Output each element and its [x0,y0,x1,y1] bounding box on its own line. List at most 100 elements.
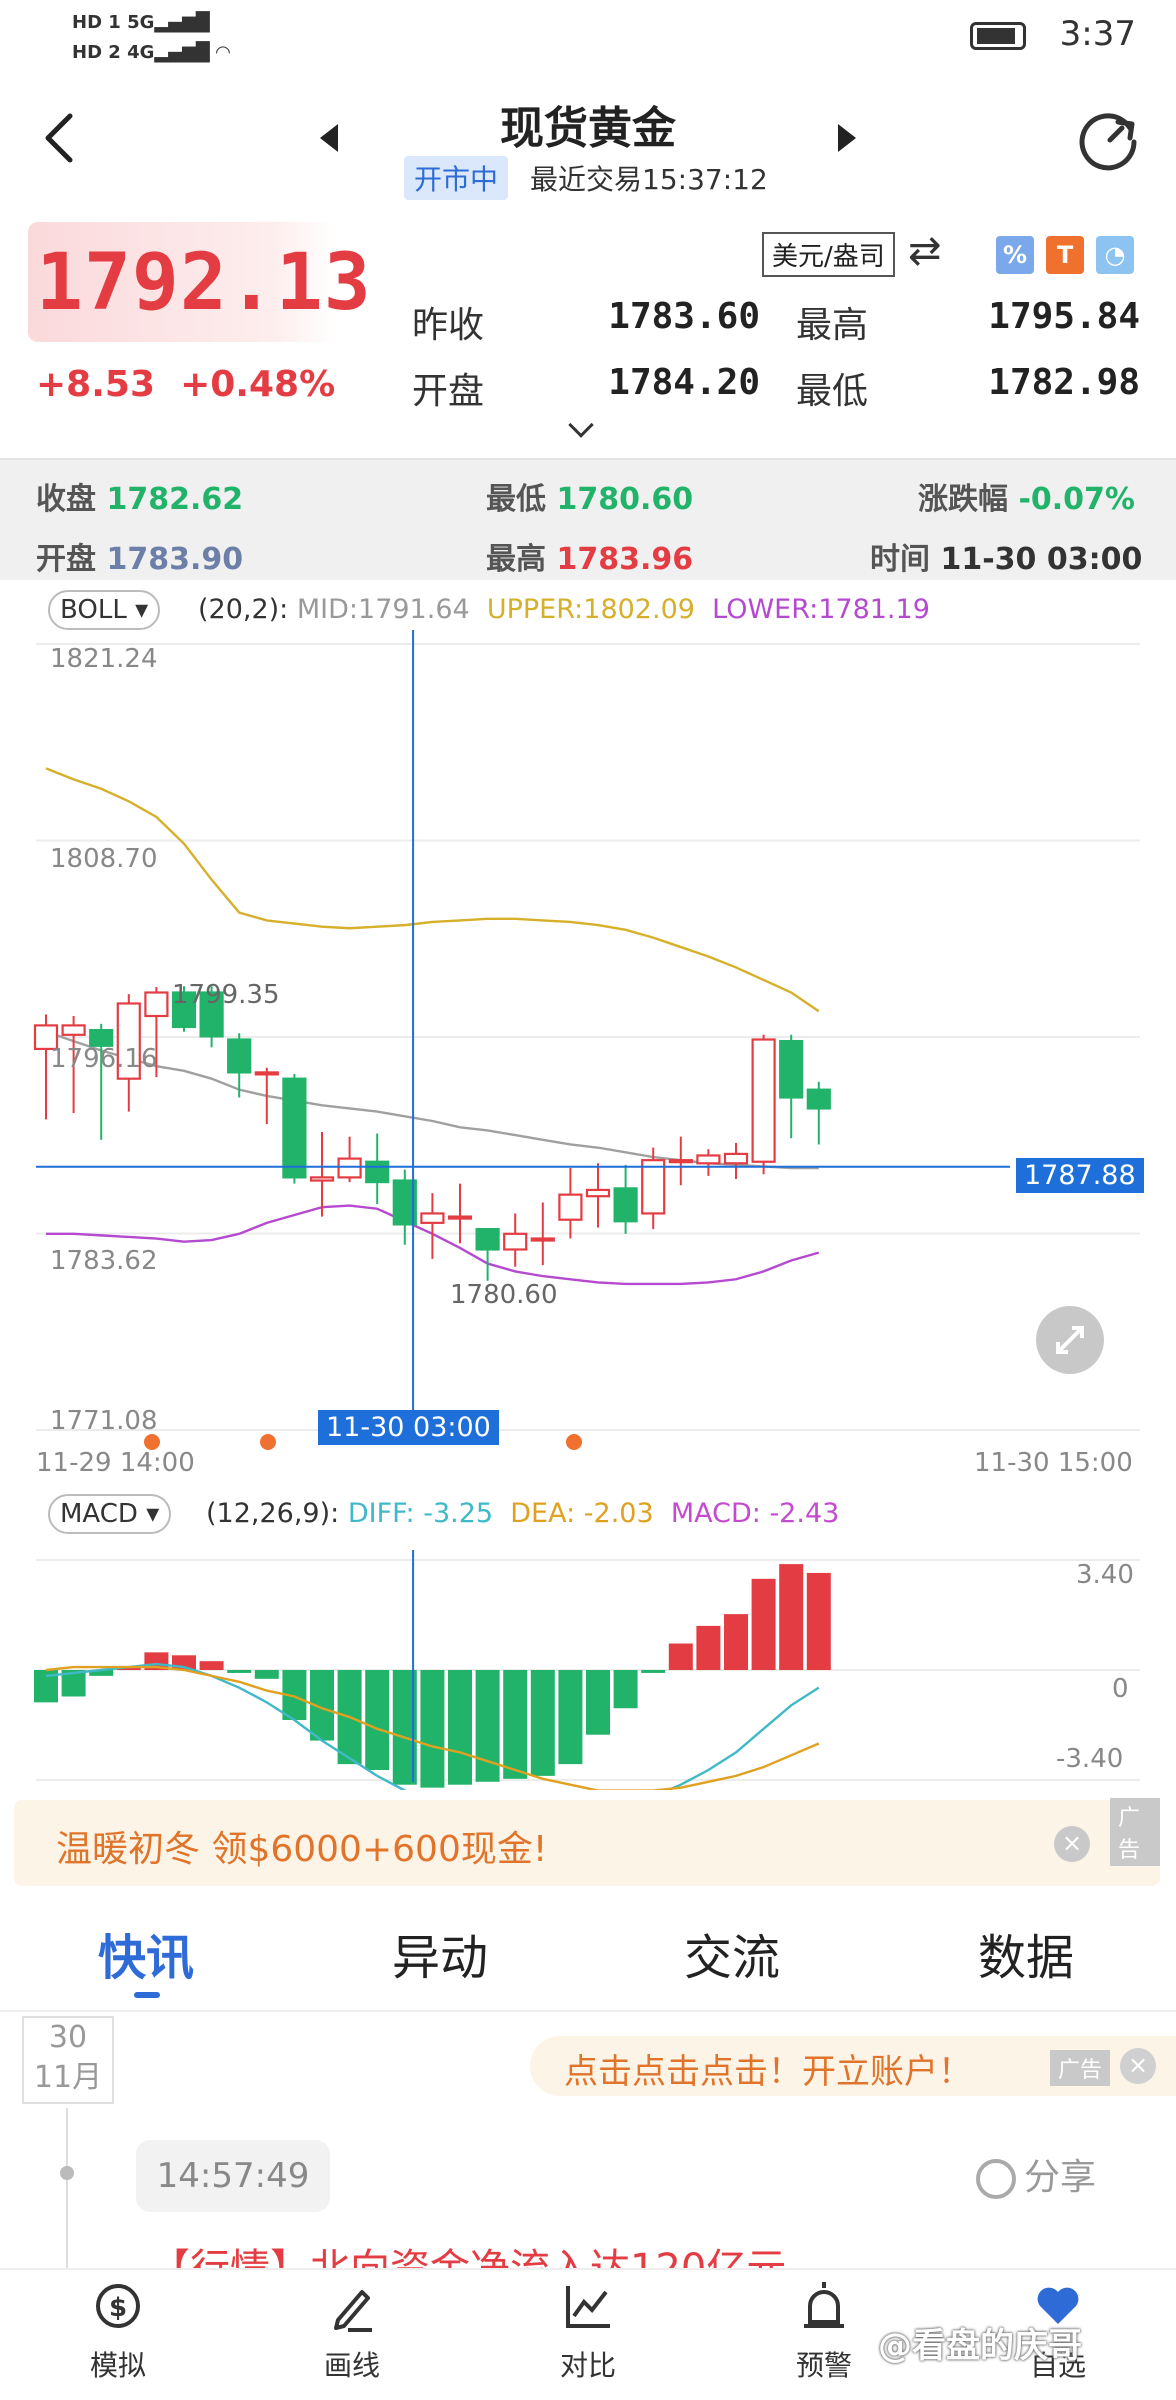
swap-icon[interactable]: ⇄ [908,228,942,274]
candle-body [806,1088,831,1110]
battery-icon [970,22,1026,50]
candle-body [723,1152,749,1165]
prev-close-value: 1783.60 [608,296,760,337]
pie-chart-icon[interactable]: ◔ [1096,236,1134,274]
candle-body [61,1024,86,1036]
y-axis-label: 1808.70 [50,844,158,874]
x-axis-start: 11-29 14:00 [36,1448,195,1478]
macd-bar [613,1670,638,1709]
candle-body [337,1157,362,1179]
date-day: 30 [48,2020,88,2055]
high-value: 1795.84 [988,296,1140,337]
candle-body [447,1215,473,1220]
candle-body [475,1228,500,1251]
high-label: 最高 [796,305,869,346]
boll-upper-line [45,767,820,1013]
promo-text: 温暖初冬 领$6000+600现金! [56,1829,548,1870]
macd-bar [420,1670,445,1788]
date-box: 30 11月 [22,2016,114,2104]
divider [0,2010,1176,2012]
compare-chart-icon [566,2286,610,2328]
nav-simulate[interactable]: $ 模拟 [48,2278,188,2384]
price-change: +8.53 +0.48% [36,364,335,405]
high-info: 最高 1783.96 [486,542,694,577]
macd-indicator-selector[interactable]: MACD ▾ [48,1494,172,1534]
macd-bar [530,1670,555,1776]
tower-icon[interactable]: T [1046,236,1084,274]
chevron-down-icon[interactable] [568,412,594,438]
signal-indicators: HD 1 5G▂▄▆█ HD 2 4G▂▄▆█ ◠ [72,12,230,63]
current-price: 1792.13 [36,238,372,328]
macd-bar [503,1670,528,1779]
tab-discussion[interactable]: 交流 [684,1918,780,1988]
open-info: 开盘 1783.90 [36,542,244,577]
account-ad[interactable]: 点击点击点击！开立账户！ 广告 × [530,2036,1176,2096]
candlestick-chart[interactable] [0,630,1176,1450]
time-info: 时间 11-30 03:00 [870,542,1143,577]
percent-icon[interactable]: % [996,236,1034,274]
close-icon[interactable]: × [1120,2048,1156,2084]
change-percent: +0.48% [180,364,336,405]
low-value: 1782.98 [988,362,1140,403]
macd-axis-label: 3.40 [1076,1560,1134,1590]
news-time: 14:57:49 [136,2140,330,2212]
svg-text:$: $ [109,2293,127,2323]
y-axis-label: 1821.24 [50,644,158,674]
crosshair-time-label: 11-30 03:00 [318,1410,499,1445]
min-price-marker: 1780.60 [450,1280,558,1310]
low-info: 最低 1780.60 [486,482,694,517]
ad-tag: 广告 [1050,2050,1111,2086]
nav-draw[interactable]: 画线 [282,2278,422,2384]
share-button[interactable]: 分享 [976,2148,1096,2200]
share-icon [976,2159,1016,2199]
candle-body [144,991,169,1018]
macd-axis-label: 0 [1112,1674,1129,1704]
boll-mid-line [45,1030,819,1170]
candle-body [530,1237,555,1242]
macd-bar [751,1578,776,1670]
macd-bar [779,1564,804,1670]
candle-body [503,1232,528,1251]
watermark: @看盘的庆哥 [878,2326,1082,2366]
candle-body [282,1077,307,1179]
timeline-dot [60,2166,74,2180]
clock: 3:37 [1059,14,1136,54]
change-value: +8.53 [36,364,155,405]
candle-body [585,1188,611,1198]
tab-flash-news[interactable]: 快讯 [98,1918,194,1988]
fullscreen-button[interactable] [1036,1306,1104,1374]
candle-body [365,1160,390,1184]
nav-alert[interactable]: 预警 [754,2278,894,2384]
change-info: 涨跌幅 -0.07% [918,482,1135,517]
macd-bar [668,1643,693,1670]
tab-movements[interactable]: 异动 [392,1918,488,1988]
boll-indicator-selector[interactable]: BOLL ▾ [48,590,161,630]
macd-bar [724,1614,748,1670]
max-price-marker: 1799.35 [172,980,280,1010]
y-axis-label: 1783.62 [50,1246,158,1276]
boll-values: (20,2): MID:1791.64 UPPER:1802.09 LOWER:… [198,594,930,625]
crosshair-price-label: 1787.88 [1016,1158,1144,1193]
promo-banner[interactable]: 温暖初冬 领$6000+600现金! × 广告 [14,1798,1160,1886]
open-label: 开盘 [412,371,485,412]
macd-axis-label: -3.40 [1056,1744,1124,1774]
macd-bar [199,1661,224,1670]
last-trade-time: 最近交易15:37:12 [530,163,768,196]
prev-close-label: 昨收 [412,305,485,346]
close-icon[interactable]: × [1054,1826,1090,1862]
macd-bar [586,1670,610,1735]
macd-chart[interactable] [0,1550,1176,1790]
tab-data[interactable]: 数据 [978,1918,1074,1988]
refresh-icon[interactable] [1078,108,1142,172]
nav-compare[interactable]: 对比 [518,2278,658,2384]
candle-body [613,1187,638,1223]
active-tab-indicator [134,1992,160,1998]
news-headline[interactable]: 【行情】北向资金净流入达120亿元 [150,2236,1050,2272]
expand-icon [1056,1326,1084,1354]
unit-selector[interactable]: 美元/盎司 [762,232,895,277]
macd-bar [558,1670,583,1765]
macd-values: (12,26,9): DIFF: -3.25 DEA: -2.03 MACD: … [206,1498,840,1529]
macd-bar [696,1625,721,1670]
macd-bar [641,1670,666,1673]
next-instrument-icon[interactable] [838,124,856,152]
